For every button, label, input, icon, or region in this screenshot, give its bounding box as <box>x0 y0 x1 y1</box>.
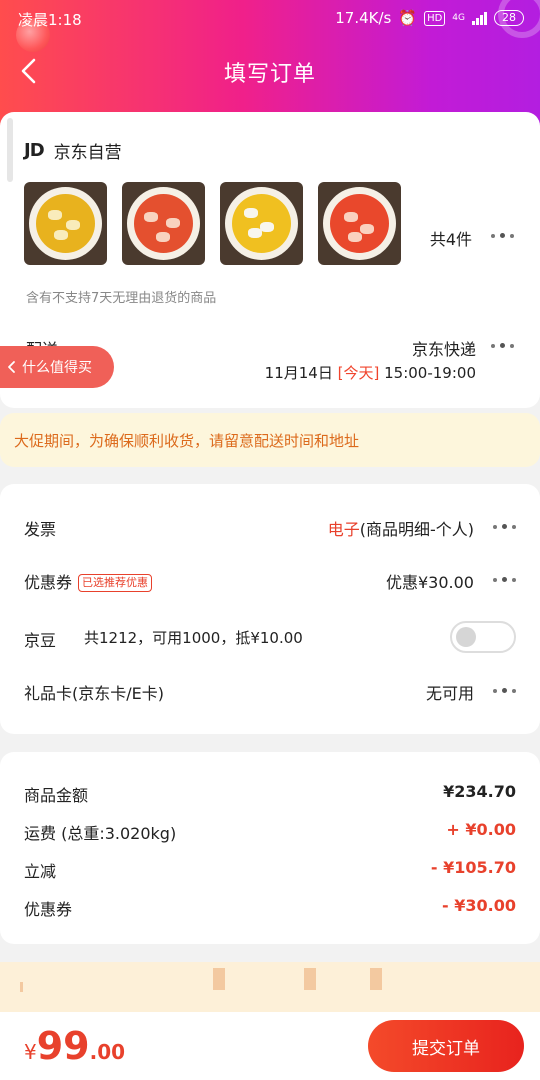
hd-icon: HD <box>424 10 446 26</box>
product-thumbnail[interactable] <box>122 182 205 265</box>
promo-notice: 大促期间，为确保顺利收货，请留意配送时间和地址 <box>0 413 540 467</box>
shop-header: JD 京东自营 <box>24 138 122 163</box>
discount-row: 立减 - ¥105.70 <box>24 858 516 882</box>
item-count[interactable]: 共4件 <box>430 226 472 250</box>
header: 凌晨1:18 17.4K/s ⏰ HD 4G 28 填写订单 <box>0 0 540 128</box>
delivery-today: [今天] <box>337 364 380 382</box>
delivery-date: 11月14日 <box>264 364 333 382</box>
toggle-knob <box>456 627 476 647</box>
product-thumbnail[interactable] <box>318 182 401 265</box>
price-currency: ¥ <box>24 1040 37 1064</box>
price-decimal: .00 <box>89 1040 126 1064</box>
shipping-value: + ¥0.00 <box>446 820 516 839</box>
more-icon[interactable] <box>493 688 516 693</box>
invoice-label: 发票 <box>24 520 57 539</box>
beans-label: 京豆 <box>24 631 57 650</box>
signal-icon <box>472 11 487 25</box>
discount-label: 立减 <box>24 862 57 881</box>
coupon-recommended-badge: 已选推荐优惠 <box>78 574 153 592</box>
product-thumbnail[interactable] <box>220 182 303 265</box>
status-time: 凌晨1:18 <box>18 11 82 29</box>
float-tag-label: 什么值得买 <box>22 360 92 376</box>
beans-info: 共1212，可用1000，抵¥10.00 <box>84 629 303 647</box>
page-title: 填写订单 <box>223 62 316 87</box>
invoice-row[interactable]: 发票 电子(商品明细-个人) <box>24 512 516 542</box>
coupon-label: 优惠券 已选推荐优惠 <box>24 569 153 593</box>
alarm-icon: ⏰ <box>398 9 418 27</box>
price-summary-card: 商品金额 ¥234.70 运费 (总重:3.020kg) + ¥0.00 立减 … <box>0 752 540 944</box>
goods-amount-label: 商品金额 <box>24 786 89 805</box>
more-icon[interactable] <box>493 524 516 529</box>
price-integer: 99 <box>36 1024 90 1068</box>
more-icon[interactable] <box>491 343 514 348</box>
gift-card-label: 礼品卡(京东卡/E卡) <box>24 684 164 703</box>
coupon-summary-label: 优惠券 <box>24 900 73 919</box>
item-thumbnails[interactable] <box>24 182 401 265</box>
discount-value: - ¥105.70 <box>430 858 516 877</box>
order-options-card: 发票 电子(商品明细-个人) 优惠券 已选推荐优惠 优惠¥30.00 京豆 共12… <box>0 484 540 734</box>
submit-order-button[interactable]: 提交订单 <box>368 1020 524 1072</box>
product-thumbnail[interactable] <box>24 182 107 265</box>
smzdm-float-tag[interactable]: 什么值得买 <box>0 346 114 388</box>
checkout-bar: ¥99.00 提交订单 <box>0 1012 540 1080</box>
delivery-window: 15:00-19:00 <box>384 364 476 382</box>
gift-card-value: 无可用 <box>425 684 474 703</box>
coupon-summary-value: - ¥30.00 <box>442 896 516 915</box>
more-icon[interactable] <box>493 577 516 582</box>
shipping-label: 运费 (总重:3.020kg) <box>24 824 177 843</box>
food-image <box>330 194 389 253</box>
invoice-value: 电子(商品明细-个人) <box>327 520 474 539</box>
status-bar: 凌晨1:18 17.4K/s ⏰ HD 4G 28 <box>0 0 540 38</box>
more-icon[interactable] <box>491 233 514 238</box>
beans-toggle[interactable] <box>450 621 516 653</box>
gift-card-row[interactable]: 礼品卡(京东卡/E卡) 无可用 <box>24 676 516 706</box>
total-price: ¥99.00 <box>24 1024 125 1068</box>
return-policy-note: 含有不支持7天无理由退货的商品 <box>26 291 217 306</box>
shop-name: 京东自营 <box>53 143 122 163</box>
coupon-row[interactable]: 优惠券 已选推荐优惠 优惠¥30.00 <box>24 565 516 595</box>
jd-logo: JD <box>24 140 45 161</box>
shipping-row: 运费 (总重:3.020kg) + ¥0.00 <box>24 820 516 844</box>
food-image <box>134 194 193 253</box>
delivery-carrier[interactable]: 京东快递 <box>412 336 476 360</box>
network-type: 4G <box>452 13 465 23</box>
chevron-left-icon <box>8 361 15 373</box>
promo-strip <box>0 962 540 1012</box>
network-speed: 17.4K/s <box>335 9 392 27</box>
delivery-time[interactable]: 11月14日 [今天] 15:00-19:00 <box>265 362 476 383</box>
coupon-summary-row: 优惠券 - ¥30.00 <box>24 896 516 920</box>
coupon-value: 优惠¥30.00 <box>386 573 474 592</box>
goods-amount-value: ¥234.70 <box>443 782 516 801</box>
battery-icon: 28 <box>494 10 524 26</box>
status-icons: 17.4K/s ⏰ HD 4G 28 <box>335 9 524 27</box>
jd-beans-row: 京豆 共1212，可用1000，抵¥10.00 <box>24 621 516 653</box>
goods-amount-row: 商品金额 ¥234.70 <box>24 782 516 806</box>
scroll-indicator <box>7 118 13 182</box>
